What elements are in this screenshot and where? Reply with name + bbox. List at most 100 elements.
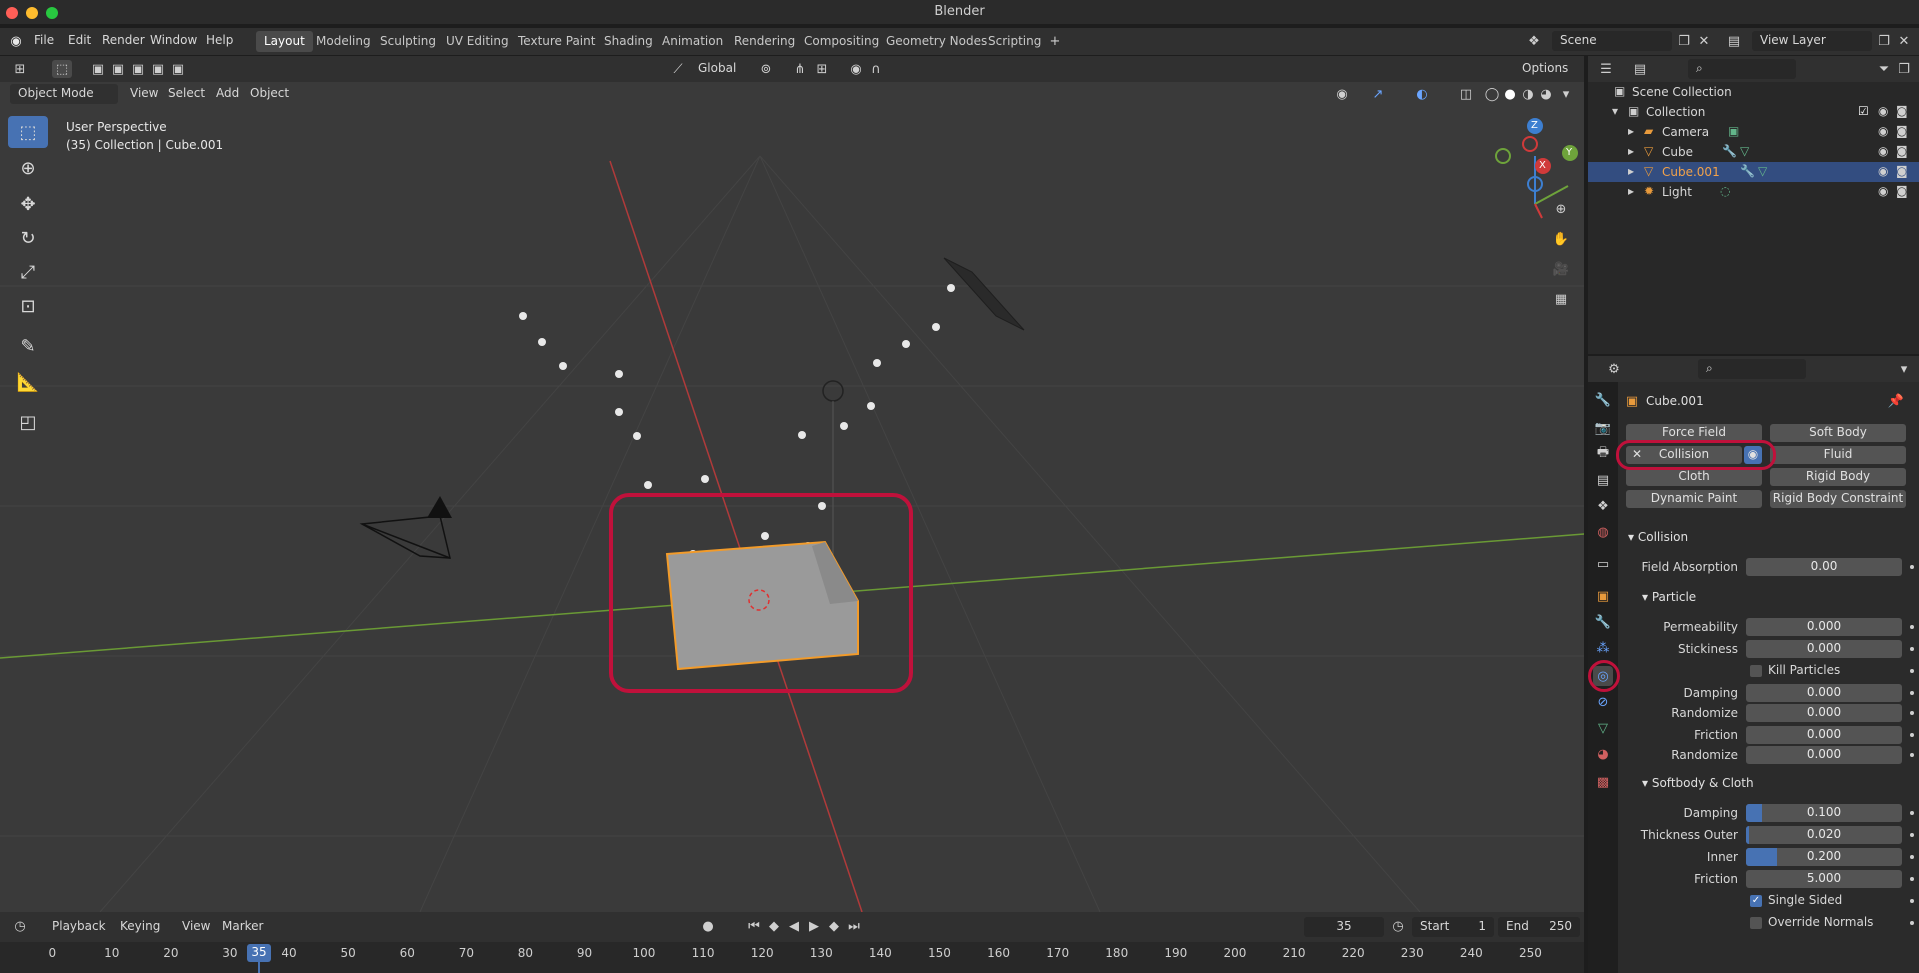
permeability-keyframe-dot[interactable] bbox=[1910, 625, 1914, 629]
blender-logo-icon[interactable]: ◉ bbox=[6, 32, 26, 50]
wireframe-shading-icon[interactable]: ◯ bbox=[1482, 85, 1502, 103]
randomize-keyframe-dot[interactable] bbox=[1910, 711, 1914, 715]
particles-tab-icon[interactable]: ⁂ bbox=[1593, 638, 1613, 658]
transform-tool-icon[interactable]: ⊡ bbox=[8, 290, 48, 322]
data-tab-icon[interactable]: ▽ bbox=[1593, 718, 1613, 738]
camera-render-camera-icon[interactable]: ◙ bbox=[1896, 124, 1908, 138]
pivot-point-icon[interactable]: ⊚ bbox=[756, 60, 776, 78]
kill-particles-keyframe-dot[interactable] bbox=[1910, 669, 1914, 673]
select-mode-extend-icon[interactable]: ▣ bbox=[108, 60, 128, 78]
timeline-menu-keying[interactable]: Keying bbox=[120, 919, 160, 933]
light-render-camera-icon[interactable]: ◙ bbox=[1896, 184, 1908, 198]
pan-view-icon[interactable]: ✋ bbox=[1551, 230, 1571, 248]
timeline-menu-marker[interactable]: Marker bbox=[222, 919, 263, 933]
end-frame-field[interactable]: End 250 bbox=[1498, 917, 1580, 937]
pin-icon[interactable]: 📌 bbox=[1886, 392, 1906, 410]
modifier-wrench-icon[interactable]: 🔧 bbox=[1740, 164, 1755, 178]
tool-tab-icon[interactable]: 🔧 bbox=[1593, 390, 1613, 410]
scene-name-field[interactable]: Scene bbox=[1552, 31, 1672, 51]
outliner-search-input[interactable]: ⌕ bbox=[1688, 59, 1796, 79]
outliner-editor-type-icon[interactable]: ☰ bbox=[1596, 60, 1616, 78]
light-data-icon[interactable]: ◌ bbox=[1720, 184, 1730, 198]
collection-render-camera-icon[interactable]: ◙ bbox=[1896, 104, 1908, 118]
timeline-menu-playback[interactable]: Playback bbox=[52, 919, 106, 933]
field-absorption-field[interactable]: 0.00 bbox=[1746, 558, 1902, 576]
soft-body-button[interactable]: Soft Body bbox=[1770, 424, 1906, 442]
tab-sculpting[interactable]: Sculpting bbox=[372, 31, 444, 52]
viewport-menu-object[interactable]: Object bbox=[250, 86, 289, 100]
viewport-menu-add[interactable]: Add bbox=[216, 86, 239, 100]
tab-scripting[interactable]: Scripting bbox=[980, 31, 1049, 52]
texture-tab-icon[interactable]: ▩ bbox=[1593, 772, 1613, 792]
solid-shading-icon[interactable]: ● bbox=[1500, 85, 1520, 103]
select-mode-subtract-icon[interactable]: ▣ bbox=[128, 60, 148, 78]
jump-next-keyframe-icon[interactable]: ◆ bbox=[824, 917, 844, 935]
inner-field[interactable]: 0.200 bbox=[1746, 848, 1902, 866]
jump-end-icon[interactable]: ⏭ bbox=[844, 917, 864, 935]
move-tool-icon[interactable]: ✥ bbox=[8, 188, 48, 220]
gizmo-z-label[interactable]: Z bbox=[1531, 120, 1538, 131]
select-mode-invert-icon[interactable]: ▣ bbox=[148, 60, 168, 78]
shading-options-icon[interactable]: ▾ bbox=[1556, 85, 1576, 103]
select-box-tool-icon[interactable]: ⬚ bbox=[8, 116, 48, 148]
proportional-editing-icon[interactable]: ◉ bbox=[846, 60, 866, 78]
world-tab-icon[interactable]: ◍ bbox=[1593, 522, 1613, 542]
view-layer-field[interactable]: View Layer bbox=[1752, 31, 1872, 51]
outliner-item-camera[interactable]: ▸ ▰ Camera ▣ ◉ ◙ bbox=[1588, 122, 1919, 142]
overlay-toggle-icon[interactable]: ◐ bbox=[1412, 85, 1432, 103]
constraints-tab-icon[interactable]: ⊘ bbox=[1593, 692, 1613, 712]
material-shading-icon[interactable]: ◑ bbox=[1518, 85, 1538, 103]
outliner-display-mode-icon[interactable]: ▤ bbox=[1630, 60, 1650, 78]
collision-panel-header[interactable]: ▾ Collision bbox=[1628, 530, 1688, 544]
viewport-menu-select[interactable]: Select bbox=[168, 86, 205, 100]
current-frame-field[interactable]: 35 bbox=[1304, 917, 1384, 937]
delete-view-layer-icon[interactable]: ✕ bbox=[1894, 32, 1914, 50]
preview-range-icon[interactable]: ◷ bbox=[1388, 917, 1408, 935]
proportional-falloff-icon[interactable]: ∩ bbox=[866, 60, 886, 78]
sb-friction-field[interactable]: 5.000 bbox=[1746, 870, 1902, 888]
permeability-field[interactable]: 0.000 bbox=[1746, 618, 1902, 636]
gizmo-x-label[interactable]: X bbox=[1539, 160, 1546, 171]
scene-tab-icon[interactable]: ❖ bbox=[1593, 496, 1613, 516]
softbody-cloth-subpanel-header[interactable]: ▾ Softbody & Cloth bbox=[1642, 776, 1754, 790]
tab-rendering[interactable]: Rendering bbox=[726, 31, 803, 52]
outliner-new-collection-icon[interactable]: ❐ bbox=[1894, 60, 1914, 78]
tab-uv-editing[interactable]: UV Editing bbox=[438, 31, 517, 52]
mesh-data-icon[interactable]: ▽ bbox=[1758, 164, 1767, 178]
render-tab-icon[interactable]: 📷 bbox=[1593, 418, 1613, 438]
menu-help[interactable]: Help bbox=[206, 33, 233, 47]
transform-orientation-icon[interactable]: ⟋ bbox=[668, 60, 688, 78]
play-reverse-icon[interactable]: ◀ bbox=[784, 917, 804, 935]
timeline-editor-type-icon[interactable]: ◷ bbox=[10, 917, 30, 935]
menu-file[interactable]: File bbox=[34, 33, 54, 47]
new-view-layer-icon[interactable]: ❐ bbox=[1874, 32, 1894, 50]
tab-modeling[interactable]: Modeling bbox=[308, 31, 379, 52]
light-visibility-eye-icon[interactable]: ◉ bbox=[1878, 184, 1888, 198]
expand-arrow-icon[interactable]: ▸ bbox=[1628, 164, 1634, 178]
visibility-icon[interactable]: ◉ bbox=[1332, 85, 1352, 103]
mesh-data-icon[interactable]: ▽ bbox=[1740, 144, 1749, 158]
field-absorption-keyframe-dot[interactable] bbox=[1910, 565, 1914, 569]
menu-window[interactable]: Window bbox=[150, 33, 197, 47]
editor-type-icon[interactable]: ⊞ bbox=[10, 60, 30, 78]
tab-animation[interactable]: Animation bbox=[654, 31, 731, 52]
annotate-tool-icon[interactable]: ✎ bbox=[8, 330, 48, 362]
modifier-tab-icon[interactable]: 🔧 bbox=[1593, 612, 1613, 632]
rigid-body-constraint-button[interactable]: Rigid Body Constraint bbox=[1770, 490, 1906, 508]
playhead-frame-indicator[interactable]: 35 bbox=[247, 944, 271, 962]
select-tool-icon[interactable]: ⬚ bbox=[52, 60, 72, 78]
tab-compositing[interactable]: Compositing bbox=[796, 31, 887, 52]
jump-start-icon[interactable]: ⏮ bbox=[744, 917, 764, 935]
camera-data-icon[interactable]: ▣ bbox=[1728, 124, 1739, 138]
play-icon[interactable]: ▶ bbox=[804, 917, 824, 935]
expand-arrow-icon[interactable]: ▸ bbox=[1628, 144, 1634, 158]
cube-001-render-camera-icon[interactable]: ◙ bbox=[1896, 164, 1908, 178]
snap-target-icon[interactable]: ⊞ bbox=[812, 60, 832, 78]
collection-visibility-eye-icon[interactable]: ◉ bbox=[1878, 104, 1888, 118]
sb-friction-keyframe-dot[interactable] bbox=[1910, 877, 1914, 881]
properties-search-input[interactable]: ⌕ bbox=[1698, 359, 1806, 379]
collection-tab-icon[interactable]: ▭ bbox=[1593, 554, 1613, 574]
new-scene-icon[interactable]: ❐ bbox=[1674, 32, 1694, 50]
expand-arrow-icon[interactable]: ▾ bbox=[1612, 104, 1618, 118]
sb-damping-field[interactable]: 0.100 bbox=[1746, 804, 1902, 822]
